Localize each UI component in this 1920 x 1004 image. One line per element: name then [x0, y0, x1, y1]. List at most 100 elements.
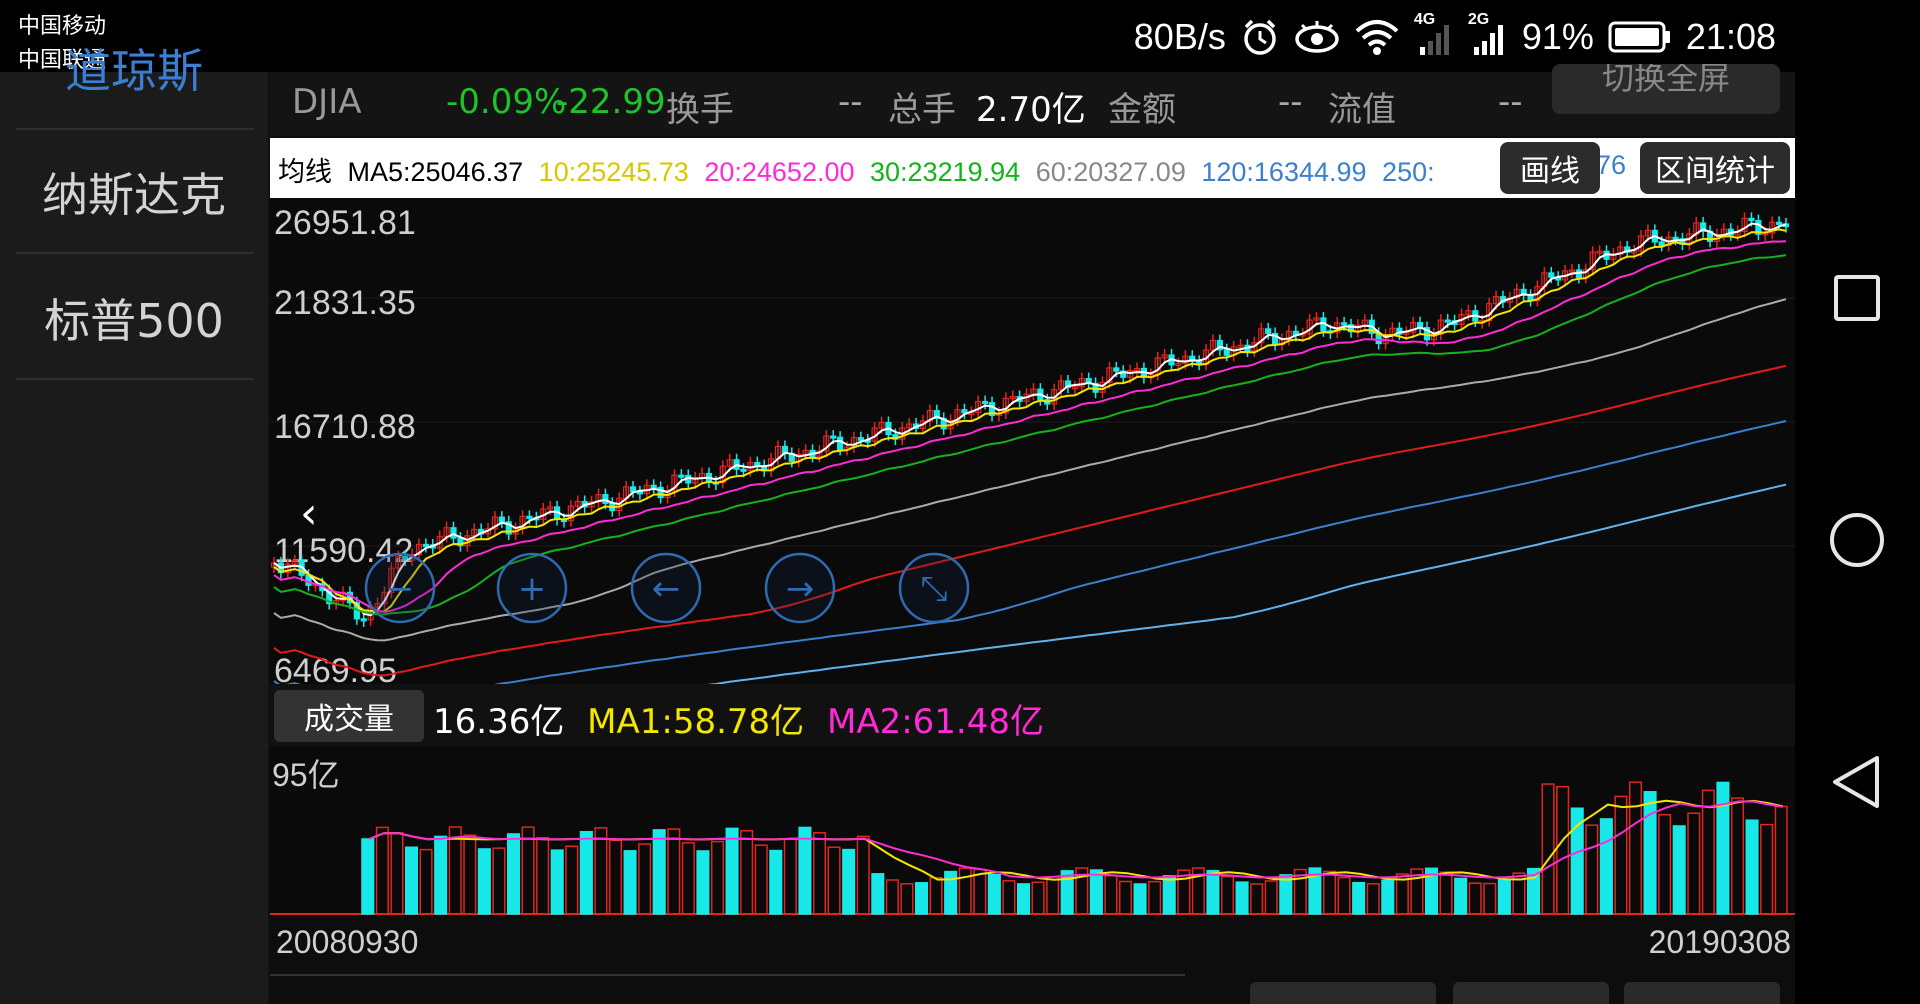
- candle-body: [1658, 241, 1665, 247]
- volume-bar: [798, 826, 812, 915]
- volume-bar: [1352, 881, 1366, 915]
- volume-bar: [1031, 881, 1045, 915]
- candle-body: [1113, 367, 1120, 372]
- volume-value: 16.36亿: [433, 702, 565, 742]
- total-volume-label: 总手: [888, 90, 956, 130]
- signal-4g-label: 4G: [1413, 11, 1436, 28]
- volume-bar: [1760, 823, 1774, 915]
- y-tick-label: 26951.81: [274, 204, 416, 242]
- volume-bar: [1672, 825, 1686, 915]
- navigation-bar: [1795, 72, 1920, 1004]
- candle-body: [1444, 319, 1451, 323]
- volume-bar: [361, 838, 375, 915]
- bottom-tab-3[interactable]: [1624, 982, 1780, 1004]
- volume-bar: [492, 847, 506, 915]
- eye-icon: [1294, 17, 1340, 57]
- volume-bar: [1118, 880, 1133, 915]
- volume-bar: [710, 840, 725, 915]
- signal-2g-icon: 2G: [1468, 11, 1508, 57]
- scroll-left-icon-glyph: ←: [652, 569, 681, 609]
- battery-icon: [1608, 20, 1672, 54]
- volume-bar: [1716, 781, 1730, 915]
- bottom-tab-1[interactable]: [1250, 982, 1436, 1004]
- candle-body: [982, 400, 989, 405]
- volume-bar: [463, 834, 477, 915]
- y-tick-label: 6469.95: [274, 652, 397, 684]
- draw-line-label: 画线: [1520, 154, 1580, 189]
- home-icon[interactable]: [1827, 510, 1887, 570]
- alarm-icon: [1240, 17, 1280, 57]
- volume-chart[interactable]: 95亿: [270, 746, 1795, 916]
- bottom-tab-2[interactable]: [1453, 982, 1609, 1004]
- collapse-icon-glyph: ⤡: [920, 569, 947, 609]
- volume-bar: [506, 833, 521, 915]
- volume-bar: [1468, 882, 1482, 915]
- kline-svg: 26951.8121831.3516710.8811590.426469.95−…: [270, 204, 1795, 742]
- volume-bar: [871, 873, 885, 915]
- range-stats-button[interactable]: 区间统计: [1640, 142, 1790, 194]
- volume-bar: [1235, 881, 1249, 915]
- candle-body: [422, 543, 429, 548]
- volume-bar: [521, 826, 535, 915]
- volume-bar: [448, 826, 462, 915]
- candle-body: [837, 436, 844, 450]
- volume-bar: [1497, 878, 1511, 915]
- recent-apps-icon[interactable]: [1827, 268, 1887, 328]
- volume-bar: [681, 842, 695, 915]
- wifi-icon: [1354, 17, 1400, 57]
- fullscreen-button[interactable]: 切换全屏: [1552, 64, 1780, 114]
- volume-bar: [1337, 876, 1351, 915]
- fullscreen-label: 切换全屏: [1601, 64, 1730, 97]
- ma20-value: 20:24652.00: [704, 157, 855, 187]
- volume-bar: [900, 883, 914, 915]
- ma30-line: [273, 254, 1787, 616]
- draw-line-button[interactable]: 画线: [1500, 142, 1600, 194]
- volume-ma1: MA1:58.78亿: [587, 702, 805, 742]
- candle-body: [1548, 272, 1555, 278]
- sidebar-item-nasdaq[interactable]: 纳斯达克: [0, 130, 268, 254]
- divider: [16, 252, 254, 254]
- volume-bar: [1220, 875, 1235, 915]
- volume-bar: [1483, 882, 1497, 915]
- volume-bar: [667, 828, 681, 915]
- candle-body: [857, 437, 864, 441]
- volume-bar: [1541, 783, 1555, 915]
- net-speed: 80B/s: [1133, 16, 1226, 57]
- volume-bar: [1264, 880, 1278, 915]
- volume-bar: [536, 836, 550, 915]
- market-cap-value: --: [1498, 82, 1523, 122]
- volume-bar: [1104, 874, 1118, 915]
- volume-bar: [1381, 879, 1395, 915]
- date-start: 20080930: [276, 924, 419, 960]
- ma30-value: 30:23219.94: [870, 157, 1021, 187]
- volume-header: 成交量 16.36亿 MA1:58.78亿 MA2:61.48亿: [270, 684, 1795, 746]
- kline-chart[interactable]: 26951.81 21831.35 16710.88 11590.42 6469.95−…: [270, 198, 1795, 742]
- volume-bar: [579, 830, 593, 915]
- back-icon[interactable]: [1827, 752, 1887, 812]
- candle-body: [498, 516, 505, 523]
- volume-y-label: 95亿: [272, 757, 340, 793]
- volume-bar: [1133, 883, 1147, 915]
- sidebar-item-label: 道琼斯: [65, 44, 203, 98]
- volume-bar: [769, 849, 783, 915]
- volume-ma2: MA2:61.48亿: [826, 702, 1044, 742]
- candle-body: [360, 618, 367, 622]
- sidebar-item-dow[interactable]: 道琼斯: [0, 6, 268, 130]
- sidebar-item-label: 标普500: [44, 294, 224, 348]
- index-name: DJIA: [292, 82, 362, 122]
- volume-bar: [1687, 812, 1701, 915]
- volume-bar: [652, 829, 666, 915]
- market-cap-label: 流值: [1328, 90, 1396, 130]
- volume-bar: [608, 839, 623, 915]
- sidebar-item-sp500[interactable]: 标普500: [0, 256, 268, 380]
- volume-bar: [1279, 874, 1293, 915]
- candle-body: [1265, 328, 1272, 335]
- candle-body: [1223, 349, 1230, 356]
- volume-bar: [929, 876, 943, 915]
- volume-indicator-button[interactable]: 成交量: [274, 690, 424, 742]
- ma-prefix: 均线: [278, 157, 332, 187]
- volume-bar: [1162, 875, 1176, 915]
- turnover-label: 换手: [666, 90, 734, 130]
- volume-bar: [856, 835, 870, 915]
- volume-bar: [1322, 870, 1337, 915]
